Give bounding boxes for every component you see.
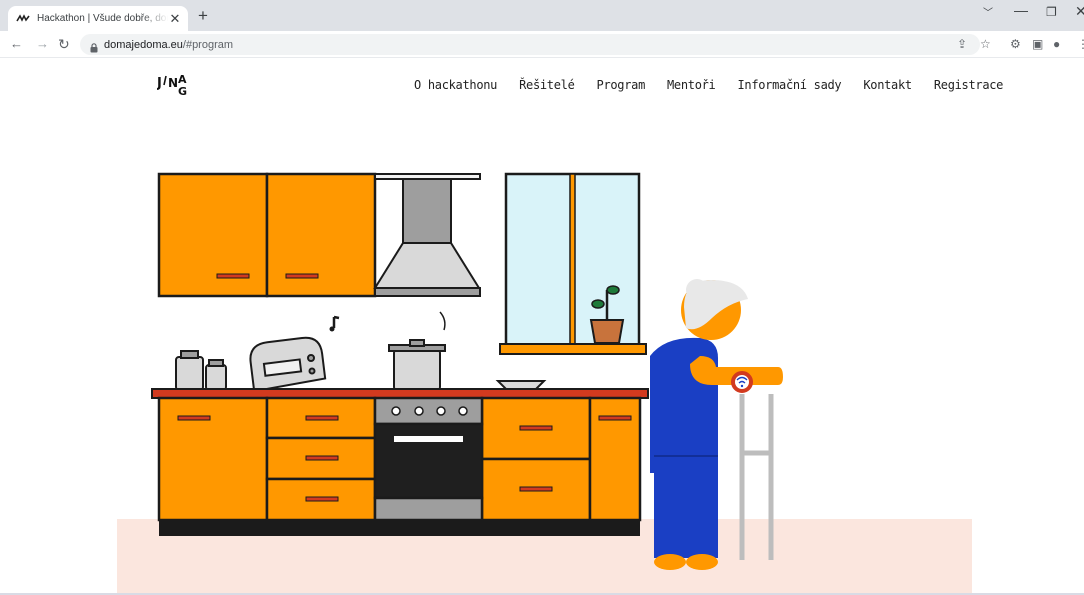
upper-cabinets xyxy=(157,172,377,298)
browser-toolbar: ← → ↻ domajedoma.eu/#program ⇪ ☆ ⚙ ▣ ● ⋮ xyxy=(0,31,1084,58)
restore-icon[interactable]: ❐ xyxy=(1046,5,1057,19)
side-panel-icon[interactable]: ▣ xyxy=(1032,37,1043,51)
tab-title: Hackathon | Všude dobře, doma xyxy=(37,13,168,24)
site-favicon-icon xyxy=(16,13,32,25)
share-icon[interactable]: ⇪ xyxy=(957,37,967,51)
music-note xyxy=(332,315,340,328)
back-icon[interactable]: ← xyxy=(10,36,23,52)
jars xyxy=(175,350,227,391)
menu-icon[interactable]: ⋮ xyxy=(1077,37,1084,51)
range-hood xyxy=(373,173,481,297)
url-text: domajedoma.eu/#program xyxy=(104,38,234,51)
forward-icon[interactable]: → xyxy=(36,36,49,52)
oven xyxy=(373,396,484,522)
browser-tabstrip: Hackathon | Všude dobře, doma ✕ + ﹀ — ❐ … xyxy=(0,0,1084,31)
address-bar[interactable]: domajedoma.eu/#program xyxy=(80,34,980,55)
page: J N A G O hackathonu Řešitelé Program Me… xyxy=(0,58,1084,595)
bookmark-star-icon[interactable]: ☆ xyxy=(980,37,991,51)
profile-icon[interactable]: ● xyxy=(1053,37,1060,51)
extensions-icon[interactable]: ⚙ xyxy=(1010,37,1021,51)
tab-close-icon[interactable]: ✕ xyxy=(168,11,182,26)
close-window-icon[interactable]: ✕ xyxy=(1075,3,1084,20)
reload-icon[interactable]: ↻ xyxy=(58,36,70,52)
walker xyxy=(739,394,774,560)
minimize-icon[interactable]: — xyxy=(1014,2,1028,18)
new-tab-button[interactable]: + xyxy=(198,7,208,25)
browser-tab[interactable]: Hackathon | Všude dobře, doma ✕ xyxy=(8,6,188,31)
toaster xyxy=(249,336,327,393)
grandma-figure xyxy=(650,279,783,570)
tab-search-icon[interactable]: ﹀ xyxy=(983,4,993,19)
kitchen-illustration xyxy=(151,172,783,570)
lock-icon xyxy=(90,40,98,53)
cooking-pot xyxy=(388,339,446,391)
